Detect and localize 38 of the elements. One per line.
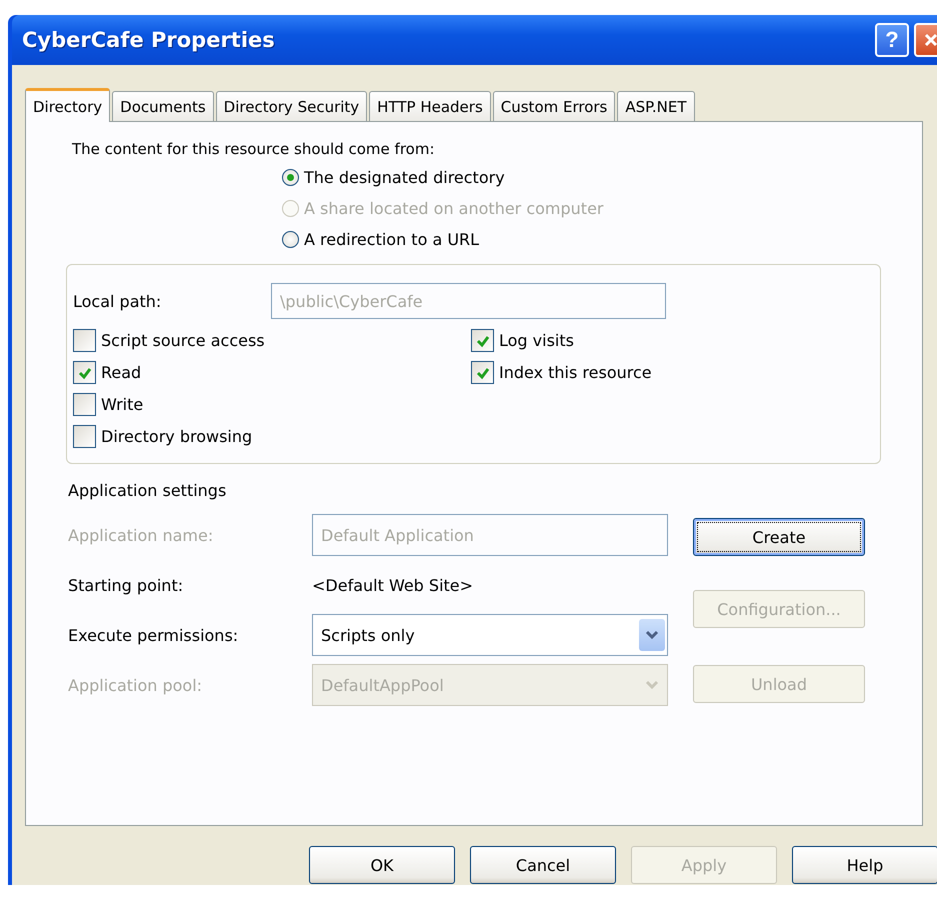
checkbox[interactable] bbox=[471, 329, 494, 352]
field-label: Local path: bbox=[73, 292, 162, 310]
help-button[interactable]: ? bbox=[875, 23, 909, 57]
tab[interactable]: Directory bbox=[25, 88, 110, 122]
checkbox-label[interactable]: Directory browsing bbox=[101, 427, 252, 446]
close-icon bbox=[923, 32, 937, 48]
prompt-label: The content for this resource should come from: bbox=[72, 140, 436, 158]
radio-button[interactable] bbox=[282, 169, 299, 186]
field-label: Application pool: bbox=[68, 676, 204, 694]
radio-label[interactable]: The designated directory bbox=[304, 168, 505, 187]
checkbox-label[interactable]: Index this resource bbox=[499, 363, 652, 382]
checkbox[interactable] bbox=[73, 425, 96, 448]
tab[interactable]: Directory Security bbox=[216, 91, 368, 121]
field-label: Application name: bbox=[68, 526, 214, 544]
checkbox-label[interactable]: Write bbox=[101, 395, 144, 414]
dialog-button[interactable]: Cancel bbox=[470, 846, 616, 884]
checkbox[interactable] bbox=[73, 393, 96, 416]
checkbox-label[interactable]: Log visits bbox=[499, 331, 574, 350]
tab[interactable]: ASP.NET bbox=[617, 91, 695, 121]
tab[interactable]: HTTP Headers bbox=[369, 91, 491, 121]
radio-button[interactable] bbox=[282, 231, 299, 248]
dialog-button[interactable]: Help bbox=[792, 846, 937, 884]
dropdown[interactable]: Scripts only bbox=[312, 614, 668, 656]
checkbox[interactable] bbox=[73, 329, 96, 352]
dialog-button[interactable]: OK bbox=[309, 846, 455, 884]
tab[interactable]: Custom Errors bbox=[492, 91, 616, 121]
action-button[interactable]: Create bbox=[693, 518, 865, 556]
value-text: <Default Web Site> bbox=[312, 576, 474, 594]
tab[interactable]: Documents bbox=[112, 91, 214, 121]
window-title: CyberCafe Properties bbox=[22, 28, 276, 52]
checkbox-label[interactable]: Script source access bbox=[101, 331, 265, 350]
section-heading: Application settings bbox=[68, 481, 228, 500]
field-label: Starting point: bbox=[68, 576, 184, 594]
checkbox-label[interactable]: Read bbox=[101, 363, 142, 382]
field-label: Execute permissions: bbox=[68, 626, 240, 644]
radio-label[interactable]: A redirection to a URL bbox=[304, 230, 480, 249]
checkbox[interactable] bbox=[471, 361, 494, 384]
checkbox[interactable] bbox=[73, 361, 96, 384]
